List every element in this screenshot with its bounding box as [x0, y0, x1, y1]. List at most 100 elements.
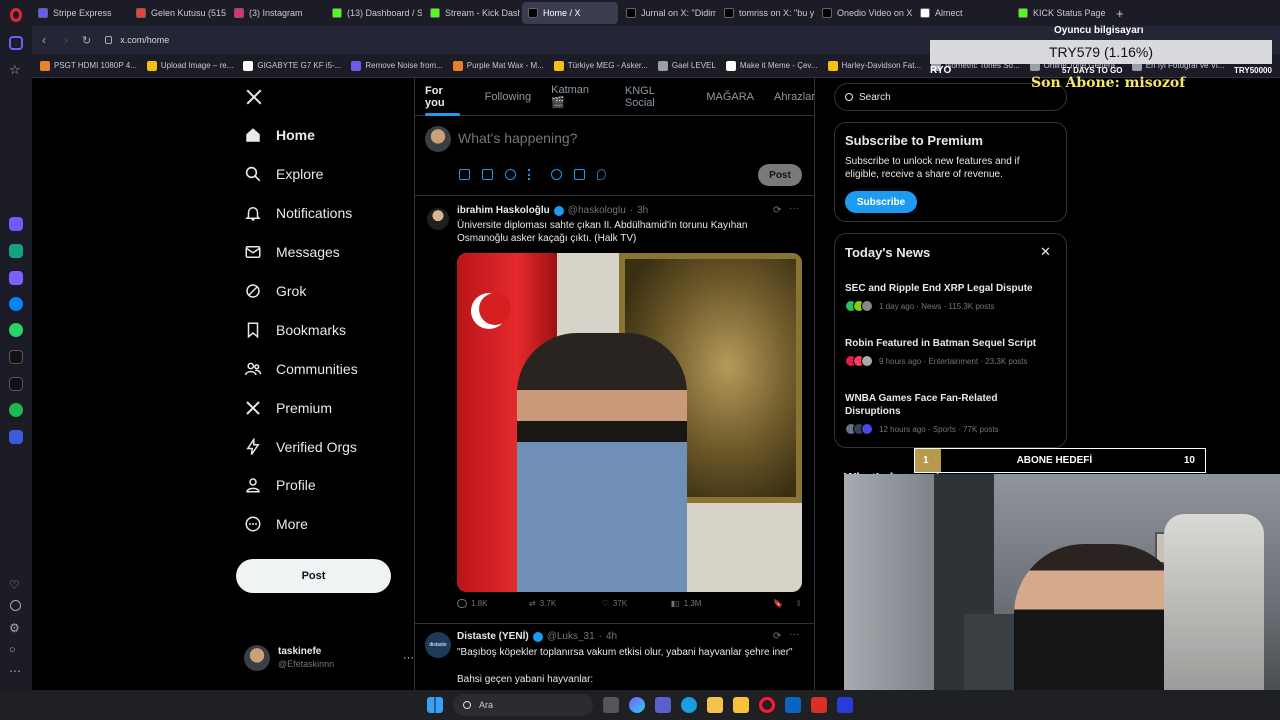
explorer-icon[interactable]: [733, 697, 749, 713]
bookmark-item[interactable]: Purple Mat Wax - M...: [452, 60, 544, 71]
nav-item-profile[interactable]: Profile: [244, 476, 316, 494]
player-icon[interactable]: [9, 430, 23, 444]
nav-post-button[interactable]: Post: [236, 559, 391, 593]
tweet-handle[interactable]: @Luks_31: [547, 631, 595, 642]
nav-item-bookmarks[interactable]: Bookmarks: [244, 321, 346, 339]
outlook-icon[interactable]: [785, 697, 801, 713]
tweet-time[interactable]: 3h: [637, 205, 648, 216]
close-icon[interactable]: ✕: [1040, 244, 1051, 260]
poll-icon[interactable]: [528, 169, 539, 180]
grok-icon[interactable]: [505, 169, 516, 180]
subscribe-button[interactable]: Subscribe: [845, 191, 917, 213]
emoji-icon[interactable]: [551, 169, 562, 180]
copilot-icon[interactable]: [629, 697, 645, 713]
messenger-icon[interactable]: [9, 297, 23, 311]
task-view-icon[interactable]: [603, 697, 619, 713]
feed-tab[interactable]: KNGL Social: [625, 85, 686, 109]
views-icon[interactable]: ▮▯: [671, 599, 680, 608]
bookmark-item[interactable]: Türkiye MEG - Asker...: [553, 60, 648, 71]
store-icon[interactable]: [707, 697, 723, 713]
nav-item-verified-orgs[interactable]: Verified Orgs: [244, 438, 357, 456]
schedule-icon[interactable]: [574, 169, 585, 180]
bookmark-item[interactable]: Gael LEVEL: [657, 60, 716, 71]
heart-icon[interactable]: ♡: [9, 578, 23, 592]
wps-icon[interactable]: [811, 697, 827, 713]
nav-item-messages[interactable]: Messages: [244, 243, 340, 261]
compose-post-button[interactable]: Post: [758, 164, 802, 186]
news-item[interactable]: Robin Featured in Batman Sequel Script 9 …: [845, 337, 1055, 367]
tweet-author[interactable]: Distaste (YENİ): [457, 631, 529, 642]
bookmark-item[interactable]: Remove Noise from...: [351, 60, 443, 71]
star-icon[interactable]: ☆: [9, 63, 23, 77]
tweet-1[interactable]: ibrahim Haskoloğlu @haskologlu · 3h ⟳ ··…: [415, 196, 814, 622]
new-tab-icon[interactable]: +: [1116, 6, 1124, 21]
search-input[interactable]: Search: [859, 92, 891, 103]
settings-icon[interactable]: ⚙: [9, 621, 23, 635]
bookmark-icon[interactable]: 🔖: [773, 599, 783, 608]
spotify-icon[interactable]: [9, 403, 23, 417]
browser-tab[interactable]: Stripe Express: [32, 2, 128, 24]
share-icon[interactable]: ⇪: [795, 599, 802, 608]
tweet-media[interactable]: [457, 253, 802, 592]
browser-tab[interactable]: tomriss on X: "bu yat: [718, 2, 814, 24]
home-icon[interactable]: [9, 36, 23, 50]
nav-item-communities[interactable]: Communities: [244, 360, 358, 378]
opera-logo-icon[interactable]: [10, 8, 22, 22]
x-icon[interactable]: [9, 377, 23, 391]
cs-icon[interactable]: [9, 271, 23, 285]
grok-icon[interactable]: ⟳: [773, 631, 781, 642]
nav-item-notifications[interactable]: Notifications: [244, 204, 352, 222]
whatsapp-icon[interactable]: [9, 323, 23, 337]
bookmark-item[interactable]: PSGT HDMI 1080P 4...: [40, 60, 137, 71]
browser-tab[interactable]: (3) Instagram: [228, 2, 324, 24]
browser-tab[interactable]: Almect: [914, 2, 1010, 24]
browser-tab[interactable]: Jurnal on X: "Didim'd: [620, 2, 716, 24]
forward-icon[interactable]: ›: [64, 33, 68, 47]
bookmark-item[interactable]: Upload Image – re...: [146, 60, 233, 71]
taskbar-search[interactable]: Ara: [453, 694, 593, 716]
opera-icon[interactable]: [759, 697, 775, 713]
more-icon[interactable]: ⋯: [9, 664, 23, 678]
browser-tab[interactable]: Home / X: [522, 2, 618, 24]
feed-tab[interactable]: For you: [425, 85, 465, 109]
feed-tab[interactable]: Ahrazlar: [774, 91, 815, 103]
account-switcher[interactable]: taskinefe @Efetaskinnn ···: [244, 643, 414, 673]
nav-item-premium[interactable]: Premium: [244, 399, 332, 417]
news-item[interactable]: WNBA Games Face Fan-Related Disruptions 1…: [845, 392, 1055, 435]
nav-item-more[interactable]: More: [244, 515, 308, 533]
more-icon[interactable]: ···: [403, 652, 414, 664]
windows-start-icon[interactable]: [427, 697, 443, 713]
gif-icon[interactable]: [482, 169, 493, 180]
aria-icon[interactable]: [9, 217, 23, 231]
reply-icon[interactable]: [457, 599, 467, 608]
grok-icon[interactable]: ⟳: [773, 205, 781, 216]
bookmark-item[interactable]: Make it Meme - Çev...: [725, 60, 818, 71]
browser-tab[interactable]: Stream - Kick Dashb: [424, 2, 520, 24]
back-icon[interactable]: ‹: [42, 33, 46, 47]
like-icon[interactable]: ♡: [602, 599, 609, 608]
tiktok-icon[interactable]: [9, 350, 23, 364]
compose-input[interactable]: What's happening?: [458, 130, 577, 146]
feed-tab[interactable]: Katman 🎬: [551, 84, 605, 109]
lightbulb-icon[interactable]: ○: [9, 643, 23, 657]
nav-item-grok[interactable]: Grok: [244, 282, 306, 300]
url-field[interactable]: x.com/home: [120, 35, 169, 45]
news-item[interactable]: SEC and Ripple End XRP Legal Dispute 1 da…: [845, 282, 1055, 312]
tweet-handle[interactable]: @haskologlu: [568, 205, 626, 216]
browser-tab[interactable]: Gelen Kutusu (515) -: [130, 2, 226, 24]
x-logo-icon[interactable]: [245, 88, 263, 106]
nav-item-explore[interactable]: Explore: [244, 165, 323, 183]
chatgpt-icon[interactable]: [9, 244, 23, 258]
location-icon[interactable]: [597, 169, 606, 180]
nav-item-home[interactable]: Home: [244, 126, 315, 144]
edge-icon[interactable]: [681, 697, 697, 713]
reload-icon[interactable]: ↻: [82, 34, 91, 47]
more-icon[interactable]: ···: [789, 629, 799, 640]
tweet-2[interactable]: distaste Distaste (YENİ) @Luks_31 · 4h ⟳…: [415, 624, 814, 690]
bookmark-item[interactable]: Harley-Davidson Fat...: [827, 60, 921, 71]
browser-tab[interactable]: (13) Dashboard / Stre: [326, 2, 422, 24]
tweet-author[interactable]: ibrahim Haskoloğlu: [457, 205, 550, 216]
browser-tab[interactable]: Onedio Video on X: ": [816, 2, 912, 24]
app-l-icon[interactable]: [837, 697, 853, 713]
feed-tab[interactable]: Following: [485, 91, 531, 103]
